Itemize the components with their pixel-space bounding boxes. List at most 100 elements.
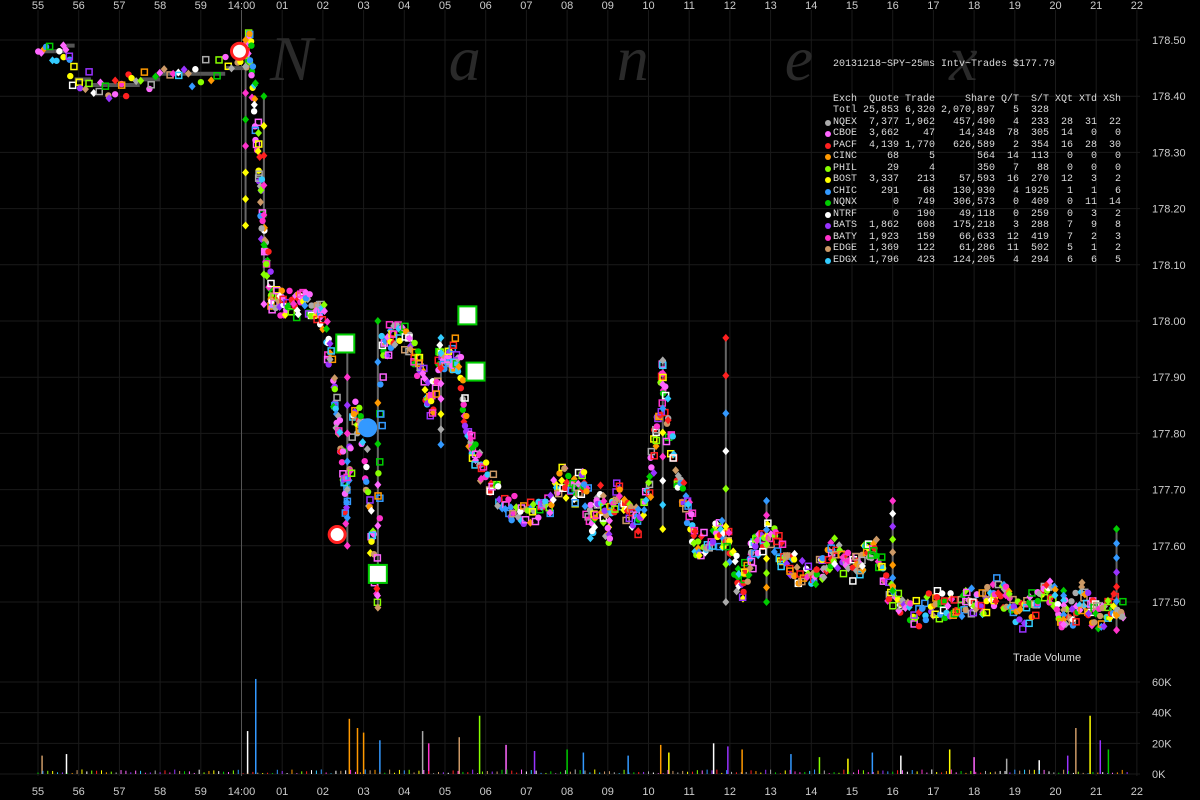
y-tick-label: 177.60 [1152,541,1186,553]
x-tick-label-bottom: 07 [520,786,532,798]
x-tick-label-bottom: 17 [927,786,939,798]
trade-marker [1034,597,1042,605]
exchange-legend-marker [825,246,831,252]
spike-trade-marker [659,452,667,461]
spike-trade-marker [374,439,382,448]
trade-marker [222,53,229,61]
trade-marker [709,538,717,545]
trade-marker [494,483,502,490]
spike-trade-marker [343,457,351,466]
spike-trade-marker [889,548,897,557]
exchange-legend-marker [825,257,831,264]
trade-marker [363,445,371,454]
y-tick-label: 177.80 [1152,428,1186,440]
large-trade-marker [367,563,388,584]
large-trade-marker [457,305,478,326]
x-tick-label-top: 06 [480,0,492,12]
trade-marker [378,421,386,430]
spike-trade-marker [374,521,382,530]
trade-marker [542,498,549,505]
exchange-legend-marker [825,119,831,126]
trade-marker [427,397,435,405]
x-tick-label-top: 22 [1131,0,1143,12]
trade-marker [912,596,921,605]
trade-marker [997,592,1004,600]
large-trade-marker [465,361,486,382]
trade-marker [85,68,93,76]
x-tick-label-top: 09 [602,0,614,12]
spike-trade-marker [889,496,897,505]
trade-marker [933,594,941,601]
trade-marker [258,225,265,232]
stats-row-bats: BATS 1,862 608 175,218 3 288 7 9 8 [825,220,1121,232]
trade-marker [587,501,594,509]
trade-marker [265,248,272,255]
spike-trade-marker [722,371,730,380]
stats-row-pacf: PACF 4,139 1,770 626,589 2 354 16 28 30 [825,139,1122,152]
x-tick-label-top: 01 [276,0,288,12]
stats-row-totl: Totl 25,853 6,320 2,070,897 5 328 [833,105,1121,117]
spike-trade-marker [763,511,771,520]
x-tick-label-bottom: 03 [357,786,369,798]
trade-marker [215,56,223,64]
trade-marker [70,62,78,71]
trade-marker [146,85,153,93]
trade-marker [267,268,274,275]
large-trade-marker [327,525,347,545]
trade-marker [472,441,479,448]
trade-marker [793,563,801,572]
spike-trade-marker [242,141,250,150]
trade-marker [883,572,890,579]
x-tick-label-top: 10 [642,0,654,12]
spike-trade-marker [343,541,351,550]
x-tick-label-top: 12 [724,0,736,12]
stats-header-row: Exch Quote Trade Share Q/T S/T XQt XTd X… [833,93,1122,105]
spike-trade-marker [763,569,771,578]
spike-trade-marker [374,480,382,489]
x-tick-label-top: 14 [805,0,817,12]
trade-marker [505,496,512,503]
stats-row-ntrf: NTRF 0 190 49,118 0 259 0 3 2 [825,209,1121,221]
trade-marker [885,596,893,603]
trade-marker [339,448,347,455]
x-tick-label-top: 14:00 [228,0,256,12]
stats-row-text: PACF 4,139 1,770 626,589 2 354 16 28 30 [833,139,1122,151]
trade-marker [364,488,372,496]
trade-marker [457,353,465,361]
stats-row-text: EDGE 1,369 122 61,286 11 502 5 1 2 [833,243,1122,254]
spike-trade-marker [889,535,897,544]
volume-label: Trade Volume [1013,652,1082,664]
stats-row-text: CINC 68 5 564 14 113 0 0 0 [833,151,1122,162]
exchange-legend-marker [825,188,831,195]
trade-marker [752,543,759,550]
trade-marker [366,496,374,504]
volume-tick-label: 0K [1152,769,1166,781]
y-tick-label: 178.20 [1152,204,1186,216]
x-tick-label-bottom: 09 [602,786,614,798]
x-tick-label-bottom: 55 [32,786,44,798]
trade-marker [640,506,648,515]
x-tick-label-top: 08 [561,0,573,12]
exchange-legend-marker [825,200,831,206]
x-tick-label-top: 03 [357,0,369,12]
x-tick-label-bottom: 02 [317,786,329,798]
trade-marker [1068,598,1075,605]
x-tick-label-top: 20 [1049,0,1061,12]
spike-trade-marker [260,300,268,309]
trade-marker [669,433,676,440]
x-tick-label-top: 56 [73,0,85,12]
trade-marker [482,459,490,466]
trade-marker [457,384,465,392]
stats-row-text: BATY 1,923 159 66,633 12 419 7 2 3 [833,231,1122,243]
stats-row-phil: PHIL 29 4 350 7 88 0 0 0 [825,163,1121,175]
x-tick-label-bottom: 12 [724,786,736,798]
x-tick-label-bottom: 16 [887,786,899,798]
spike-trade-marker [1113,582,1121,591]
x-tick-label-bottom: 08 [561,786,573,798]
trade-marker [460,401,467,408]
stats-row-bost: BOST 3,337 213 57,593 16 270 12 3 2 [825,174,1121,186]
trade-marker [414,348,422,355]
spike-trade-marker [374,357,382,366]
trade-marker [286,287,293,295]
trade-marker [565,472,572,480]
